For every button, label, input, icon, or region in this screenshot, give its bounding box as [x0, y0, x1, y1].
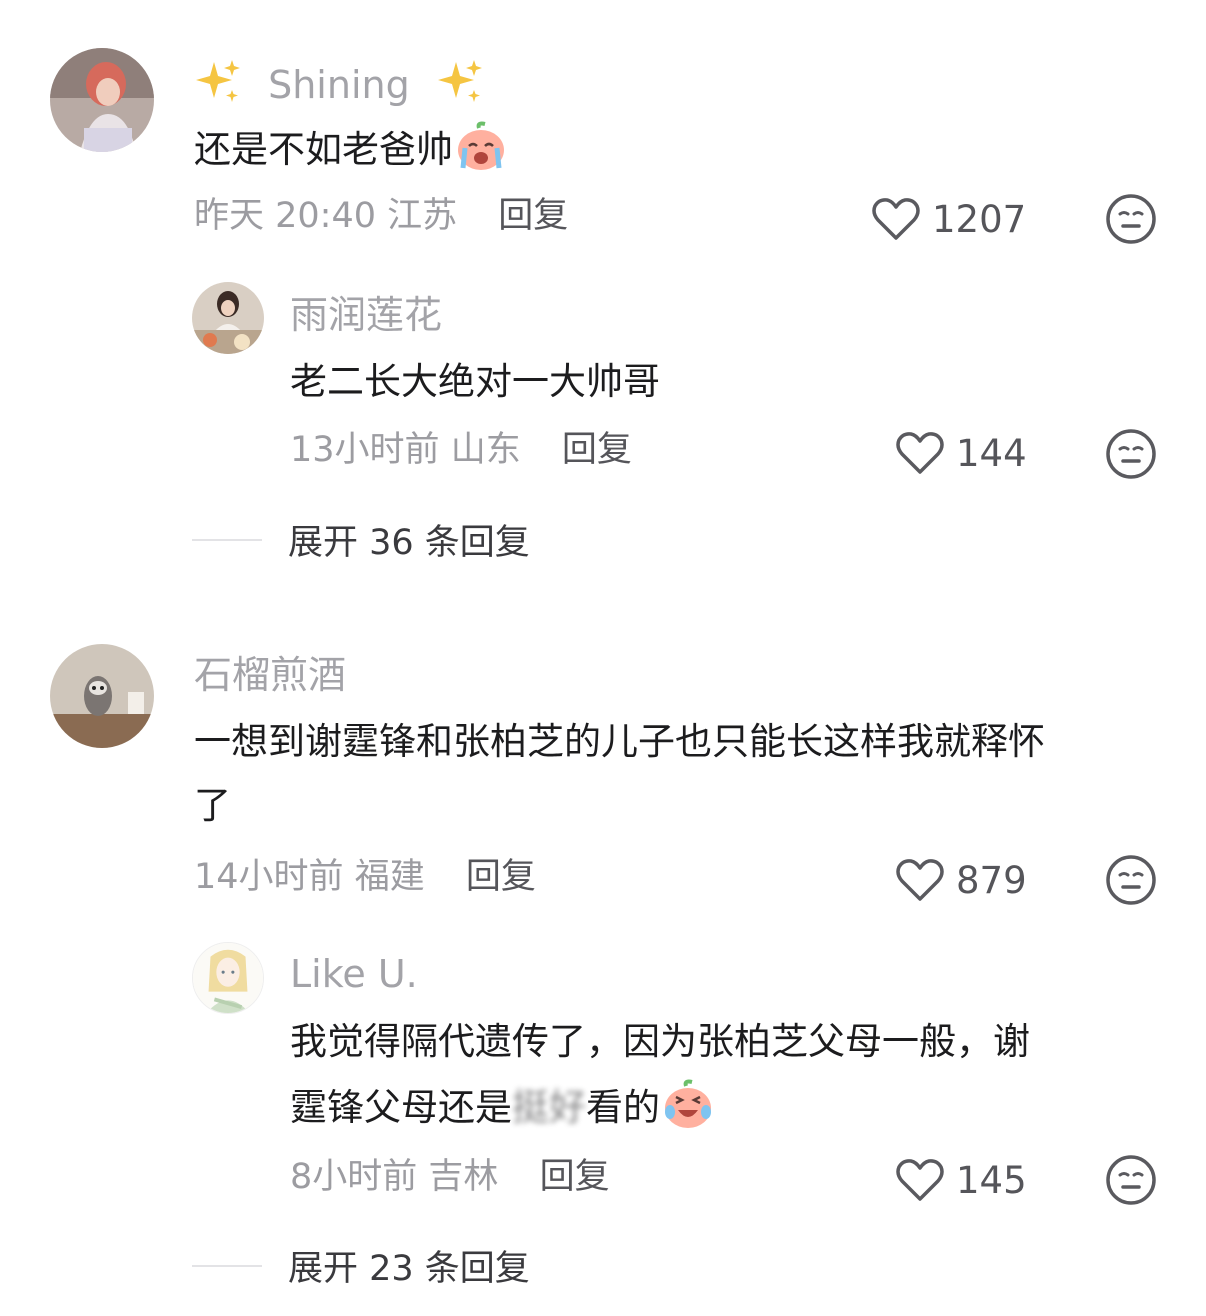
expressionless-face-icon[interactable] — [1105, 1154, 1157, 1206]
blurred-text: 挺好 — [512, 1086, 586, 1129]
comment-item: 石榴煎酒 一想到谢霆锋和张柏芝的儿子也只能长这样我就释怀 了 14小时前 福建 … — [0, 0, 1206, 1316]
expand-replies-button[interactable]: 展开 23 条回复 — [192, 1240, 530, 1291]
reply-text-line-2: 霆锋父母还是挺好看的 — [290, 1076, 714, 1140]
like-button[interactable]: 145 — [894, 1157, 1027, 1203]
reply-button[interactable]: 回复 — [466, 857, 536, 897]
reply-text-segment: 霆锋父母还是 — [290, 1086, 512, 1129]
expressionless-face-icon[interactable] — [1105, 854, 1157, 906]
comment-meta: 14小时前 福建 回复 — [194, 860, 536, 895]
comment-location: 福建 — [354, 857, 425, 897]
reply-avatar[interactable] — [192, 942, 264, 1014]
reply-text-line-1: 我觉得隔代遗传了，因为张柏芝父母一般，谢 — [290, 1020, 1030, 1063]
like-count: 145 — [956, 1158, 1027, 1202]
comment-text-line-1: 一想到谢霆锋和张柏芝的儿子也只能长这样我就释怀 — [194, 720, 1045, 763]
like-count: 879 — [956, 858, 1027, 902]
comment-username[interactable]: 石榴煎酒 — [194, 656, 346, 694]
reply-location: 吉林 — [428, 1157, 499, 1197]
expand-replies-label: 展开 23 条回复 — [288, 1249, 530, 1289]
laugh-cry-face-icon — [662, 1078, 714, 1130]
reply-username[interactable]: Like U. — [290, 955, 418, 993]
divider — [192, 1264, 262, 1267]
heart-icon — [896, 1159, 944, 1201]
reply-time: 8小时前 — [290, 1157, 418, 1197]
comment-text-line-2: 了 — [194, 784, 231, 827]
heart-icon — [896, 859, 944, 901]
reply-text-segment: 看的 — [586, 1086, 660, 1129]
like-button[interactable]: 879 — [894, 857, 1027, 903]
reply-button[interactable]: 回复 — [540, 1157, 610, 1197]
avatar[interactable] — [50, 644, 154, 748]
reply-meta: 8小时前 吉林 回复 — [290, 1160, 610, 1195]
comment-time: 14小时前 — [194, 857, 344, 897]
